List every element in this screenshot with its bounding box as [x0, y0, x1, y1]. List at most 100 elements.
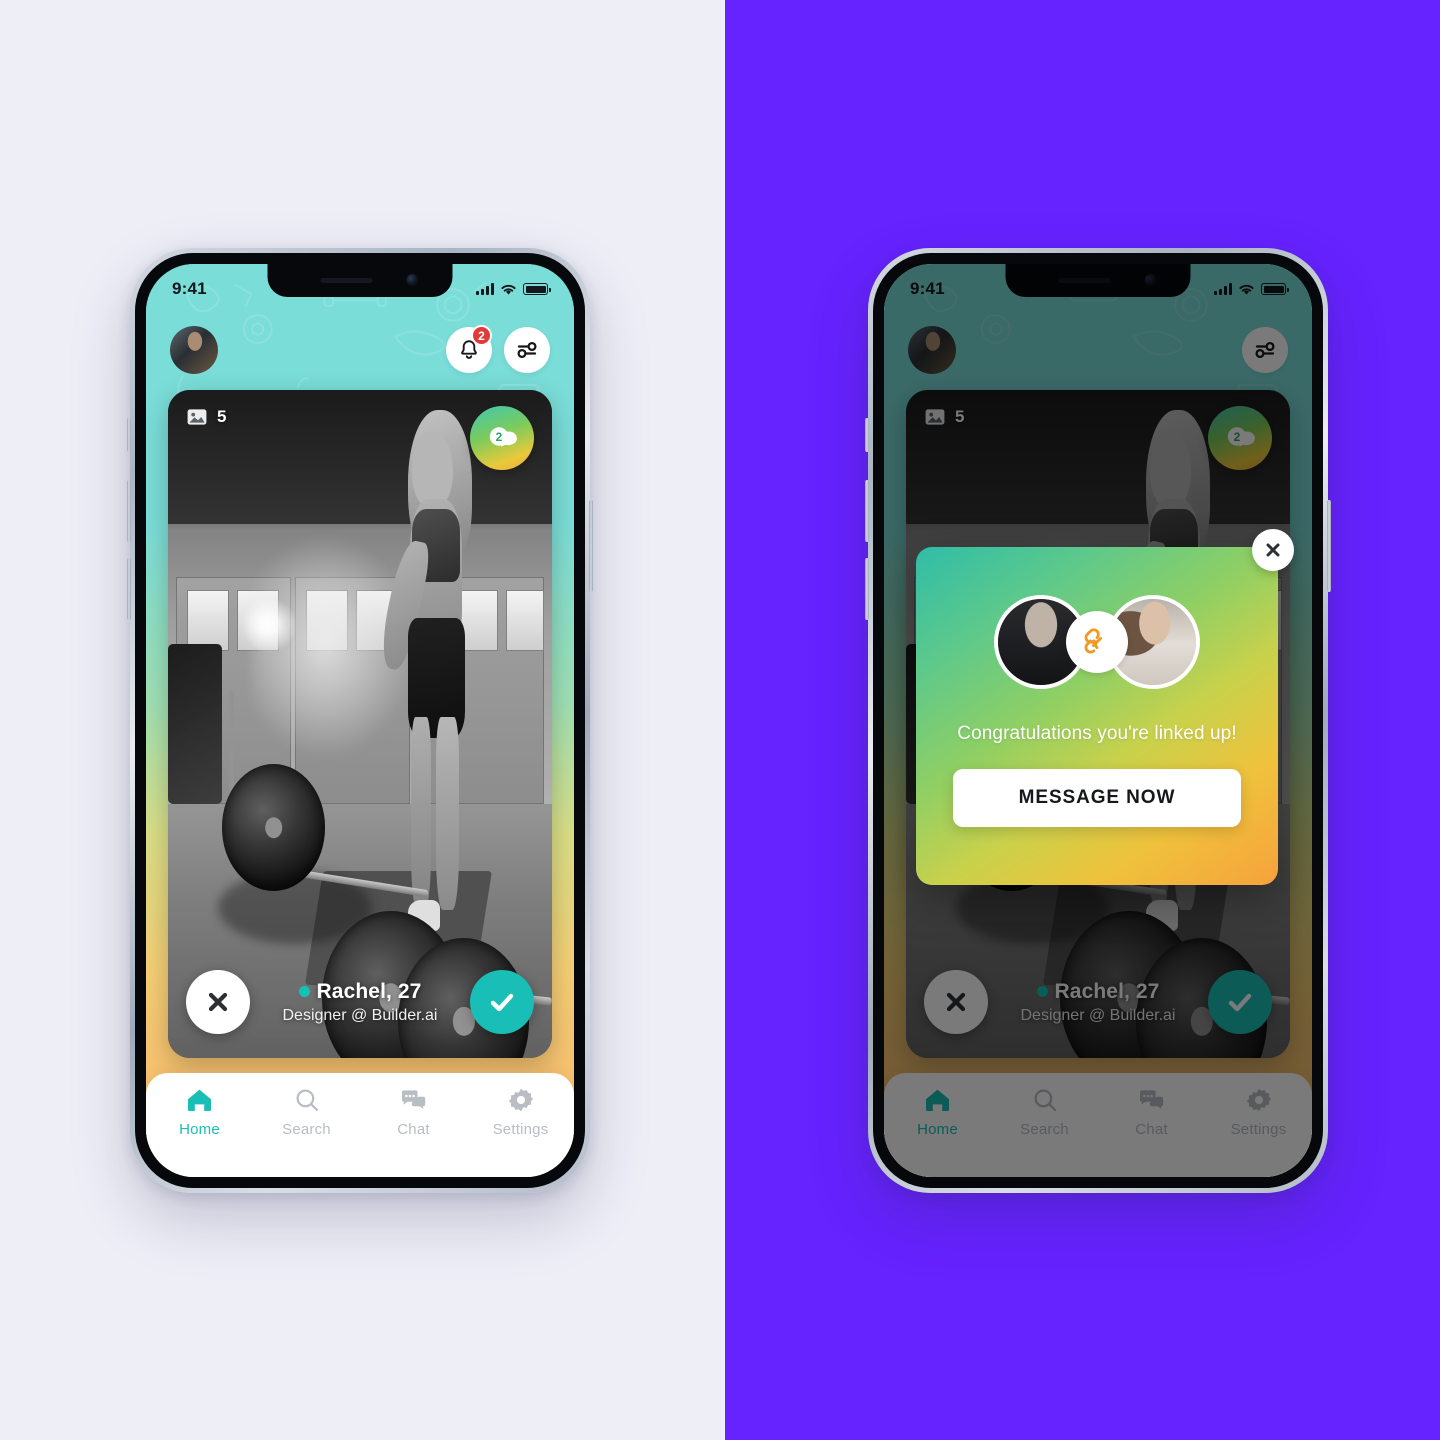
filter-button[interactable]	[504, 327, 550, 373]
filter-button[interactable]	[1242, 327, 1288, 373]
phone-mockup-right: 9:41 5 2 Rachel, 27 Designer @ Builder.a…	[865, 248, 1331, 1193]
tab-settings[interactable]: Settings	[1205, 1087, 1312, 1138]
status-indicators	[476, 283, 551, 296]
photo-subject	[360, 410, 479, 932]
header-actions: 2	[446, 325, 550, 373]
nope-button[interactable]	[924, 970, 988, 1034]
phone-bezel: 9:41	[873, 253, 1323, 1188]
check-tick-icon	[490, 993, 514, 1012]
silent-switch[interactable]	[865, 418, 869, 452]
card-container: 5 2 Rachel, 27 Designer @ Builder.ai	[146, 390, 574, 1058]
tab-home[interactable]: Home	[884, 1087, 991, 1138]
message-now-button[interactable]: MESSAGE NOW	[953, 769, 1241, 827]
volume-down-button[interactable]	[865, 558, 869, 620]
notifications-button[interactable]: 2	[446, 325, 492, 373]
filter-sliders-icon	[517, 341, 537, 359]
app-header	[884, 310, 1312, 390]
close-x-icon	[1266, 543, 1280, 557]
status-indicators	[1214, 283, 1289, 296]
close-x-icon	[208, 992, 228, 1012]
volume-down-button[interactable]	[127, 558, 131, 620]
card-footer: Rachel, 27 Designer @ Builder.ai	[168, 946, 552, 1058]
phone-screen-right: 9:41 5 2 Rachel, 27 Designer @ Builder.a…	[884, 264, 1312, 1177]
chat-bubbles-icon: 2	[489, 427, 517, 447]
like-button[interactable]	[1208, 970, 1272, 1034]
front-camera-icon	[1144, 274, 1157, 286]
tab-chat[interactable]: Chat	[1098, 1087, 1205, 1138]
chat-icon	[400, 1087, 427, 1113]
app-header: 2	[146, 310, 574, 390]
tab-home[interactable]: Home	[146, 1087, 253, 1138]
phone-mockup-left: 9:41 2 5 2 Rachel, 27 Designer @ Builder…	[127, 248, 593, 1193]
chat-icon	[1138, 1087, 1165, 1113]
tab-chat[interactable]: Chat	[360, 1087, 467, 1138]
tab-chat-label: Chat	[1135, 1121, 1168, 1138]
like-button[interactable]	[470, 970, 534, 1034]
home-icon	[186, 1087, 213, 1113]
search-icon	[294, 1087, 320, 1113]
image-icon	[925, 409, 945, 425]
bottom-tab-bar: Home Search Chat Settings	[884, 1073, 1312, 1177]
profile-name-row: Rachel, 27	[256, 980, 464, 1004]
tab-home-label: Home	[917, 1121, 958, 1138]
tab-home-label: Home	[179, 1121, 220, 1138]
gear-icon	[508, 1087, 534, 1113]
online-status-dot	[1036, 986, 1048, 997]
volume-up-button[interactable]	[127, 480, 131, 542]
photo-count: 5	[924, 406, 964, 428]
wifi-icon	[1239, 284, 1254, 295]
close-x-icon	[946, 992, 966, 1012]
profile-role: Designer @ Builder.ai	[1020, 1006, 1176, 1024]
user-avatar[interactable]	[908, 326, 956, 374]
profile-name: Rachel, 27	[1054, 979, 1160, 1003]
nope-button[interactable]	[186, 970, 250, 1034]
status-time: 9:41	[172, 279, 207, 298]
profile-role: Designer @ Builder.ai	[282, 1006, 438, 1024]
card-chat-button[interactable]: 2	[1208, 406, 1272, 470]
profile-card[interactable]: 5 2 Rachel, 27 Designer @ Builder.ai	[168, 390, 552, 1058]
match-avatars	[916, 594, 1278, 690]
earpiece-speaker	[320, 278, 372, 283]
link-badge	[1066, 611, 1128, 673]
cellular-signal-icon	[476, 283, 494, 295]
notch	[1005, 264, 1191, 297]
card-chat-button[interactable]: 2	[470, 406, 534, 470]
profile-meta: Rachel, 27 Designer @ Builder.ai	[250, 980, 470, 1025]
volume-up-button[interactable]	[865, 480, 869, 542]
chain-link-icon	[1084, 628, 1102, 654]
profile-meta: Rachel, 27 Designer @ Builder.ai	[988, 980, 1208, 1025]
svg-text:2: 2	[496, 430, 503, 444]
online-status-dot	[298, 986, 310, 997]
power-button[interactable]	[1327, 500, 1331, 592]
profile-name: Rachel, 27	[316, 979, 422, 1003]
phone-bezel: 9:41	[135, 253, 585, 1188]
tab-search-label: Search	[1020, 1121, 1069, 1138]
phone-screen-left: 9:41 2 5 2 Rachel, 27 Designer @ Builder…	[146, 264, 574, 1177]
gear-icon	[1246, 1087, 1272, 1113]
search-icon	[1032, 1087, 1058, 1113]
notch	[267, 264, 453, 297]
battery-icon	[1261, 283, 1289, 295]
earpiece-speaker	[1058, 278, 1110, 283]
modal-close-button[interactable]	[1252, 529, 1294, 571]
header-actions	[1242, 327, 1288, 373]
notification-badge: 2	[471, 325, 492, 346]
avatar-image	[170, 326, 218, 374]
check-tick-icon	[1228, 993, 1252, 1012]
bottom-tab-bar: Home Search Chat Settings	[146, 1073, 574, 1177]
home-icon	[924, 1087, 951, 1113]
silent-switch[interactable]	[127, 418, 131, 452]
tab-settings[interactable]: Settings	[467, 1087, 574, 1138]
power-button[interactable]	[589, 500, 593, 592]
photo-count-value: 5	[217, 407, 227, 426]
photo-count: 5	[186, 406, 226, 428]
tab-search[interactable]: Search	[253, 1087, 360, 1138]
filter-sliders-icon	[1255, 341, 1275, 359]
svg-text:2: 2	[1234, 430, 1241, 444]
match-modal: Congratulations you're linked up! MESSAG…	[916, 529, 1294, 885]
cellular-signal-icon	[1214, 283, 1232, 295]
tab-search[interactable]: Search	[991, 1087, 1098, 1138]
tab-settings-label: Settings	[492, 1121, 549, 1138]
user-avatar[interactable]	[170, 326, 218, 374]
wifi-icon	[501, 284, 516, 295]
